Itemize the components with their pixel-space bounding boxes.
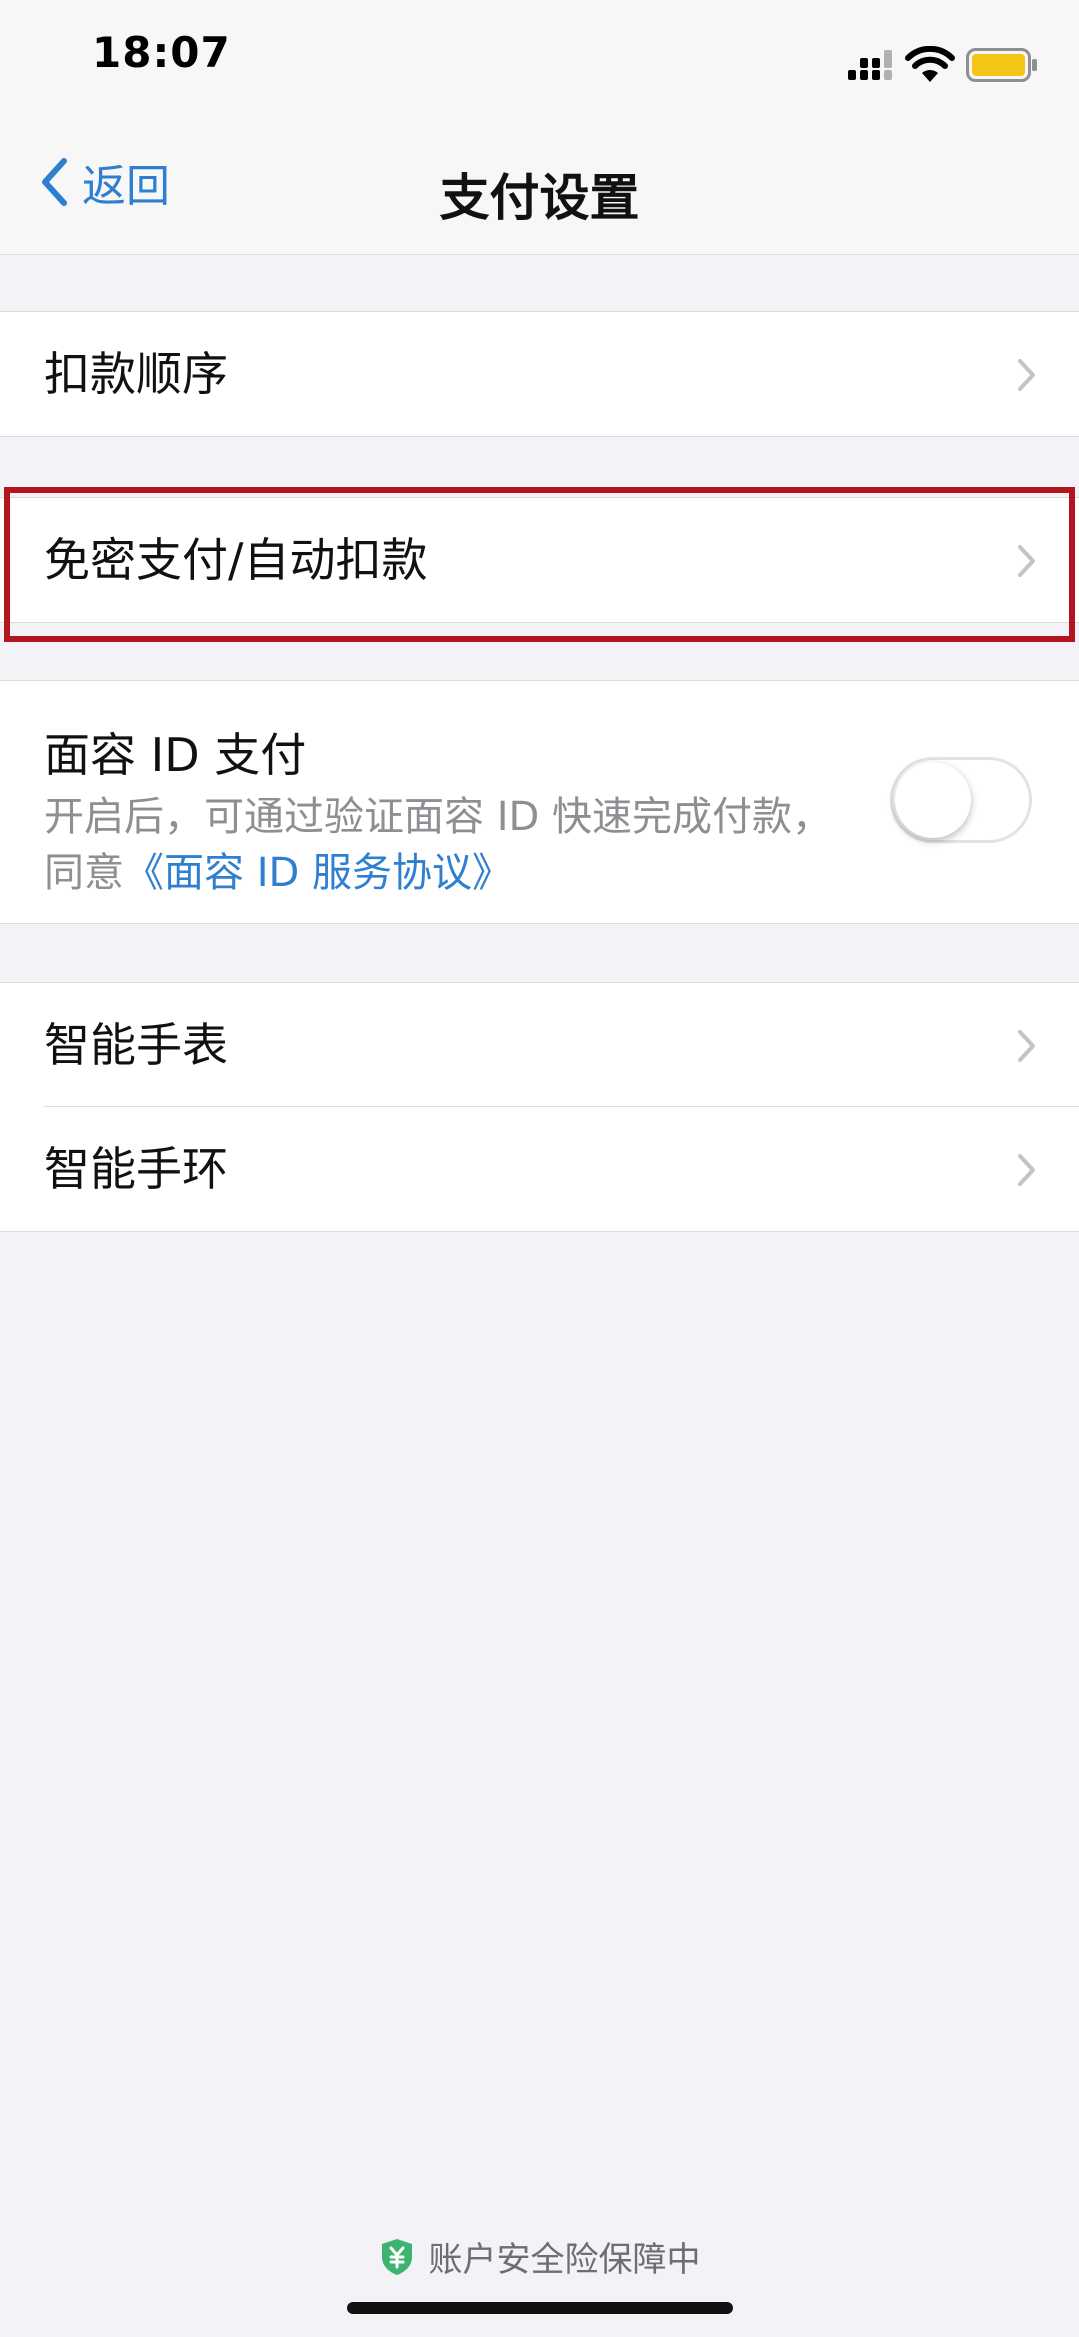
row-deduction-order[interactable]: 扣款顺序 xyxy=(0,312,1079,436)
chevron-right-icon xyxy=(1018,1154,1035,1186)
chevron-right-icon xyxy=(1018,545,1035,577)
group-face-id: 面容 ID 支付 开启后，可通过验证面容 ID 快速完成付款，同意《面容 ID … xyxy=(0,680,1079,924)
face-id-agreement-link[interactable]: 《面容 ID 服务协议》 xyxy=(124,850,512,896)
toggle-knob xyxy=(895,762,971,838)
wifi-icon xyxy=(905,46,955,82)
cellular-signal-icon xyxy=(848,50,892,80)
face-id-toggle[interactable] xyxy=(890,757,1032,843)
row-password-free-payment[interactable]: 免密支付/自动扣款 xyxy=(0,498,1079,622)
status-bar: 18:07 xyxy=(0,0,1079,110)
battery-icon xyxy=(966,48,1037,82)
group-smart-devices: 智能手表 智能手环 xyxy=(0,982,1079,1232)
page-title: 支付设置 xyxy=(439,169,640,227)
face-id-title: 面容 ID 支付 xyxy=(44,728,307,782)
row-deduction-order-label: 扣款顺序 xyxy=(44,347,228,401)
status-time: 18:07 xyxy=(92,28,231,77)
group-deduction-order: 扣款顺序 xyxy=(0,311,1079,437)
home-indicator[interactable] xyxy=(347,2302,733,2314)
yuan-shield-icon xyxy=(381,2238,412,2275)
chevron-right-icon xyxy=(1018,1030,1035,1062)
group-password-free: 免密支付/自动扣款 xyxy=(0,497,1079,623)
row-smart-band-label: 智能手环 xyxy=(44,1142,228,1196)
face-id-description: 开启后，可通过验证面容 ID 快速完成付款，同意《面容 ID 服务协议》 xyxy=(44,789,844,901)
chevron-right-icon xyxy=(1018,359,1035,391)
row-smart-watch-label: 智能手表 xyxy=(44,1018,228,1072)
row-smart-band[interactable]: 智能手环 xyxy=(0,1107,1079,1231)
nav-bar: 返回 支付设置 xyxy=(0,110,1079,255)
footer-security-note: 账户安全险保障中 xyxy=(0,2232,1079,2281)
footer-text: 账户安全险保障中 xyxy=(428,2240,701,2280)
row-smart-watch[interactable]: 智能手表 xyxy=(0,983,1079,1107)
row-password-free-label: 免密支付/自动扣款 xyxy=(44,533,428,587)
